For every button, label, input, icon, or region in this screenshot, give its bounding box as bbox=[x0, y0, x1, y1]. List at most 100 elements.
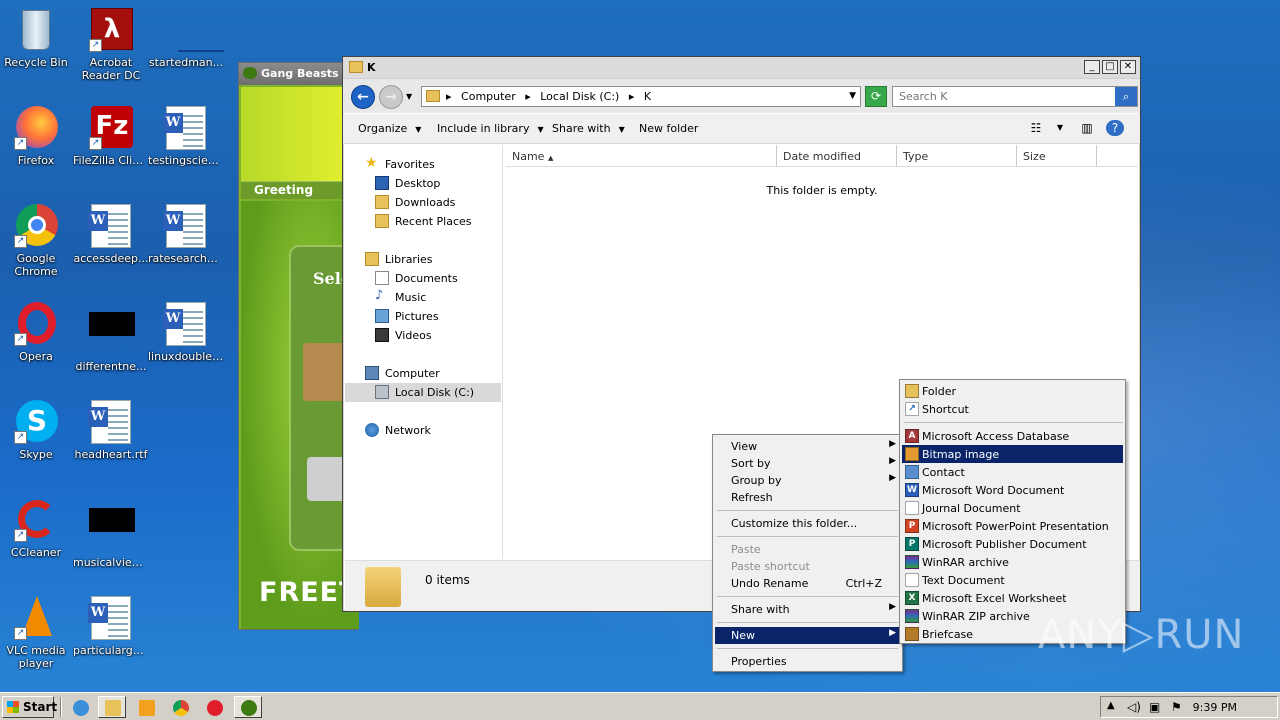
new-winrar-archive-item[interactable]: WinRAR archive bbox=[902, 553, 1123, 571]
column-name[interactable]: Name ▲ bbox=[506, 145, 777, 167]
nav-downloads[interactable]: Downloads bbox=[345, 193, 501, 212]
refresh-button[interactable]: ⟳ bbox=[865, 86, 887, 107]
breadcrumb-k[interactable]: K bbox=[644, 90, 651, 103]
taskbar-media-player[interactable] bbox=[132, 696, 160, 718]
clock[interactable]: 9:39 PM bbox=[1193, 701, 1237, 714]
action-center-flag-icon[interactable]: ⚑ bbox=[1171, 700, 1182, 714]
menu-item-new[interactable]: New ▶ bbox=[715, 627, 900, 644]
desktop-icon-differentne[interactable]: differentne... bbox=[73, 302, 149, 373]
nav-local-disk[interactable]: Local Disk (C:) bbox=[345, 383, 501, 402]
desktop-icon-headheart[interactable]: W headheart.rtf bbox=[73, 400, 149, 461]
shortcut-icon: ↗ bbox=[905, 402, 919, 416]
nav-documents[interactable]: Documents bbox=[345, 269, 501, 288]
close-button[interactable]: ✕ bbox=[1120, 60, 1136, 74]
menu-item-view[interactable]: View ▶ bbox=[715, 438, 900, 455]
minimize-button[interactable]: _ bbox=[1084, 60, 1100, 74]
view-options-icon[interactable]: ☷ bbox=[1027, 120, 1045, 136]
column-date-modified[interactable]: Date modified bbox=[777, 145, 897, 167]
explorer-titlebar[interactable]: K _ □ ✕ bbox=[343, 57, 1140, 79]
journal-icon bbox=[905, 501, 919, 515]
new-text-document-item[interactable]: Text Document bbox=[902, 571, 1123, 589]
desktop-icon-recycle-bin[interactable]: Recycle Bin bbox=[0, 8, 74, 69]
preview-pane-icon[interactable]: ▥ bbox=[1078, 120, 1096, 136]
taskbar-gang-beasts[interactable] bbox=[234, 696, 262, 718]
text-document-icon bbox=[905, 573, 919, 587]
installer-window[interactable]: Gang Beasts Greeting Sele FREET bbox=[238, 62, 359, 630]
help-icon[interactable]: ? bbox=[1106, 120, 1124, 136]
nav-computer[interactable]: Computer bbox=[345, 364, 501, 383]
menu-item-refresh[interactable]: Refresh bbox=[715, 489, 900, 506]
column-type[interactable]: Type bbox=[897, 145, 1017, 167]
menu-item-sort-by[interactable]: Sort by ▶ bbox=[715, 455, 900, 472]
column-size[interactable]: Size bbox=[1017, 145, 1097, 167]
new-access-database-item[interactable]: A Microsoft Access Database bbox=[902, 427, 1123, 445]
desktop-icon-musicalview[interactable]: musicalview... bbox=[73, 498, 149, 569]
new-folder-button[interactable]: New folder bbox=[639, 122, 698, 135]
menu-item-undo-rename[interactable]: Undo Rename Ctrl+Z bbox=[715, 575, 900, 592]
share-with-button[interactable]: Share with ▼ bbox=[552, 122, 625, 135]
network-tray-icon[interactable]: ▣ bbox=[1149, 700, 1160, 714]
desktop-icon-linuxdouble[interactable]: W linuxdouble.rtf bbox=[148, 302, 224, 363]
desktop-icon-acrobat[interactable]: λ ↗ Acrobat Reader DC bbox=[73, 8, 149, 82]
nav-favorites[interactable]: ★ Favorites bbox=[345, 155, 501, 174]
show-hidden-icons-icon[interactable]: ▲ bbox=[1107, 700, 1115, 711]
taskbar-explorer[interactable] bbox=[98, 696, 126, 718]
maximize-button[interactable]: □ bbox=[1102, 60, 1118, 74]
forward-button[interactable]: → bbox=[379, 85, 403, 109]
nav-desktop[interactable]: Desktop bbox=[345, 174, 501, 193]
desktop-icon-accessdeep[interactable]: W accessdeep... bbox=[73, 204, 149, 265]
taskbar-opera[interactable] bbox=[200, 696, 228, 718]
new-word-document-item[interactable]: W Microsoft Word Document bbox=[902, 481, 1123, 499]
nav-videos[interactable]: Videos bbox=[345, 326, 501, 345]
menu-item-properties[interactable]: Properties bbox=[715, 653, 900, 670]
desktop-icon-particulargo[interactable]: W particulargo... bbox=[73, 596, 149, 657]
installer-titlebar[interactable]: Gang Beasts bbox=[239, 63, 357, 85]
desktop-icon-vlc[interactable]: ↗ VLC media player bbox=[0, 596, 74, 670]
desktop-icon-chrome[interactable]: ↗ Google Chrome bbox=[0, 204, 74, 278]
taskbar-internet-explorer[interactable] bbox=[66, 696, 94, 718]
address-bar[interactable]: ▸ Computer ▸ Local Disk (C:) ▸ K ▼ bbox=[421, 86, 861, 107]
desktop-icon-ccleaner[interactable]: ↗ CCleaner bbox=[0, 498, 74, 559]
recent-places-icon bbox=[375, 214, 389, 228]
new-powerpoint-item[interactable]: P Microsoft PowerPoint Presentation bbox=[902, 517, 1123, 535]
address-dropdown-icon[interactable]: ▼ bbox=[849, 91, 856, 101]
desktop-icon-startedman[interactable]: startedman... bbox=[148, 8, 224, 69]
volume-icon[interactable]: ◁) bbox=[1127, 700, 1141, 714]
taskbar: Start ▲ ◁) ▣ ⚑ 9:39 PM bbox=[0, 692, 1280, 720]
breadcrumb-computer[interactable]: Computer bbox=[461, 90, 516, 103]
new-journal-document-item[interactable]: Journal Document bbox=[902, 499, 1123, 517]
view-dropdown-icon[interactable]: ▼ bbox=[1051, 120, 1069, 136]
desktop-icon-filezilla[interactable]: Fz ↗ FileZilla Client bbox=[73, 106, 149, 167]
back-button[interactable]: ← bbox=[351, 85, 375, 109]
new-excel-worksheet-item[interactable]: X Microsoft Excel Worksheet bbox=[902, 589, 1123, 607]
desktop-icon-skype[interactable]: S ↗ Skype bbox=[0, 400, 74, 461]
start-button[interactable]: Start bbox=[2, 696, 57, 718]
menu-item-group-by[interactable]: Group by ▶ bbox=[715, 472, 900, 489]
folder-icon bbox=[105, 700, 121, 716]
nav-recent-places[interactable]: Recent Places bbox=[345, 212, 501, 231]
new-bitmap-image-item[interactable]: Bitmap image bbox=[902, 445, 1123, 463]
new-folder-item[interactable]: Folder bbox=[902, 382, 1123, 400]
new-contact-item[interactable]: Contact bbox=[902, 463, 1123, 481]
desktop-icon-testingscien[interactable]: W testingscien... bbox=[148, 106, 224, 167]
desktop-icon-ratesearche[interactable]: W ratesearche... bbox=[148, 204, 224, 265]
undo-shortcut: Ctrl+Z bbox=[845, 577, 882, 590]
new-publisher-item[interactable]: P Microsoft Publisher Document bbox=[902, 535, 1123, 553]
organize-button[interactable]: Organize ▼ bbox=[358, 122, 421, 135]
history-dropdown-icon[interactable]: ▼ bbox=[406, 92, 412, 101]
chrome-icon bbox=[173, 700, 189, 716]
nav-network[interactable]: Network bbox=[345, 421, 501, 440]
new-shortcut-item[interactable]: ↗ Shortcut bbox=[902, 400, 1123, 418]
nav-pictures[interactable]: Pictures bbox=[345, 307, 501, 326]
desktop-icon-opera[interactable]: ↗ Opera bbox=[0, 302, 74, 363]
include-in-library-button[interactable]: Include in library ▼ bbox=[437, 122, 544, 135]
search-icon[interactable]: ⌕ bbox=[1115, 87, 1137, 106]
nav-music[interactable]: ♪ Music bbox=[345, 288, 501, 307]
taskbar-chrome[interactable] bbox=[166, 696, 194, 718]
nav-libraries[interactable]: Libraries bbox=[345, 250, 501, 269]
search-input[interactable] bbox=[893, 87, 1108, 106]
breadcrumb-local-disk[interactable]: Local Disk (C:) bbox=[540, 90, 619, 103]
menu-item-share-with[interactable]: Share with ▶ bbox=[715, 601, 900, 618]
menu-item-customize[interactable]: Customize this folder... bbox=[715, 515, 900, 532]
desktop-icon-firefox[interactable]: ↗ Firefox bbox=[0, 106, 74, 167]
